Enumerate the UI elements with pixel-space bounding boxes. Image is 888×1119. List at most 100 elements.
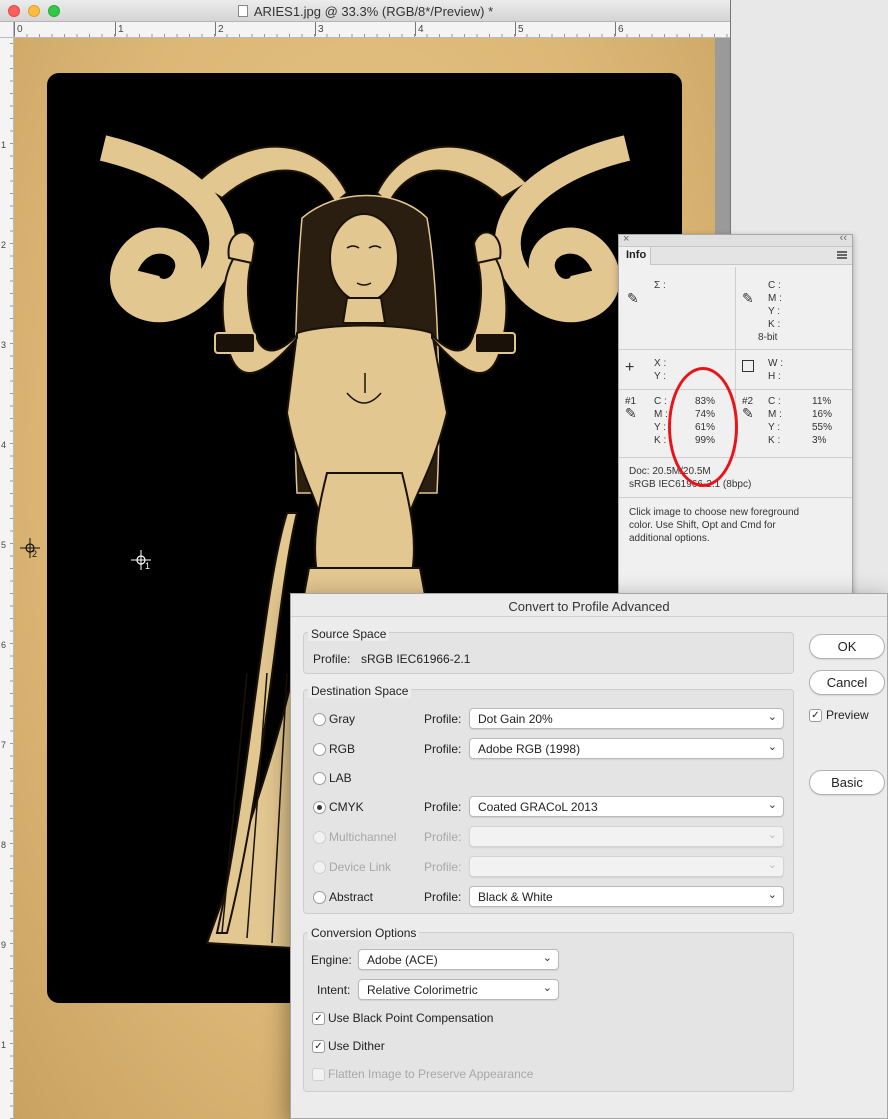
- chevron-down-icon: ⌄: [767, 859, 777, 871]
- ruler-tick-label: 2: [1, 240, 7, 250]
- device-link-label: Device Link: [329, 860, 392, 874]
- cancel-button[interactable]: Cancel: [809, 670, 885, 695]
- cmyk-label: CMYK: [329, 800, 364, 814]
- eyedropper-icon[interactable]: ✎: [625, 405, 637, 422]
- panel-menu-icon[interactable]: [837, 251, 847, 259]
- chevron-down-icon: ⌄: [767, 829, 777, 841]
- ruler-tick-label: 7: [1, 740, 7, 750]
- cmyk-readout: ✎ C : M : Y : K : 8-bit: [735, 267, 852, 349]
- ruler-tick-label: 1: [1, 140, 7, 150]
- color-sampler-1-crosshair-icon[interactable]: 1: [131, 550, 151, 571]
- sampler-1-y-label: Y :: [654, 422, 667, 433]
- w-label: W :: [768, 358, 783, 369]
- eyedropper-icon[interactable]: ✎: [742, 405, 754, 422]
- rgb-label: RGB: [329, 742, 356, 756]
- ruler-origin[interactable]: [0, 22, 14, 38]
- lab-radio[interactable]: [313, 772, 326, 785]
- conversion-options-group: Engine: Adobe (ACE) ⌄ Intent: Relative Co…: [303, 932, 794, 1092]
- gray-profile-select[interactable]: Dot Gain 20% ⌄: [469, 708, 784, 729]
- bit-depth: 8-bit: [758, 332, 778, 343]
- title-bar[interactable]: ARIES1.jpg @ 33.3% (RGB/8*/Preview) *: [0, 0, 730, 22]
- ruler-tick-label: 1: [115, 22, 124, 36]
- panel-tab-bar: Info: [619, 247, 852, 265]
- sampler-2-k-label: K :: [768, 435, 781, 446]
- vertical-ruler[interactable]: 1 2 3 4 5 6 7 8 9 1: [0, 38, 14, 1119]
- multichannel-profile-select[interactable]: ⌄: [469, 826, 784, 847]
- document-info: Doc: 20.5M/20.5M sRGB IEC61966-2.1 (8bpc…: [619, 458, 852, 498]
- horizontal-ruler[interactable]: 0 1 2 3 4 5 6: [14, 22, 730, 38]
- tab-info[interactable]: Info: [619, 247, 651, 265]
- engine-value: Adobe (ACE): [367, 953, 438, 967]
- cmyk-profile-value: Coated GRACoL 2013: [478, 800, 598, 814]
- x-label: X :: [654, 358, 667, 369]
- hint-line: color. Use Shift, Opt and Cmd for: [629, 520, 776, 531]
- device-link-profile-select[interactable]: ⌄: [469, 856, 784, 877]
- cmyk-profile-select[interactable]: Coated GRACoL 2013 ⌄: [469, 796, 784, 817]
- dialog-title: Convert to Profile Advanced: [291, 594, 887, 617]
- chevron-down-icon: ⌄: [767, 889, 777, 901]
- engine-select[interactable]: Adobe (ACE) ⌄: [358, 949, 559, 970]
- abstract-radio[interactable]: [313, 891, 326, 904]
- info-color-readout: Σ : ✎ ✎ C : M : Y : K : 8-bit: [619, 267, 852, 350]
- tool-hint: Click image to choose new foreground col…: [619, 498, 852, 558]
- k-label: K :: [768, 319, 781, 330]
- color-sampler-2-crosshair-icon[interactable]: 2: [20, 538, 40, 559]
- selection-size-icon: [742, 360, 754, 372]
- eyedropper-icon[interactable]: ✎: [627, 290, 639, 307]
- ruler-tick-label: 2: [215, 22, 224, 36]
- ruler-tick-label: 9: [1, 940, 7, 950]
- ruler-tick-label: 3: [315, 22, 324, 36]
- sampler-2-number: 2: [32, 549, 38, 559]
- sampler-2-readout: #2 ✎ C : M : Y : K : 11% 16% 55% 3%: [735, 390, 852, 457]
- ruler-tick-label: 6: [615, 22, 624, 36]
- document-icon: [237, 5, 248, 17]
- ruler-tick-label: 8: [1, 840, 7, 850]
- hint-line: Click image to choose new foreground: [629, 507, 800, 518]
- ruler-tick-label: 6: [1, 640, 7, 650]
- chevron-down-icon: ⌄: [767, 741, 777, 753]
- use-dither-checkbox[interactable]: ✓: [312, 1040, 325, 1053]
- profile-label: Profile:: [424, 712, 462, 726]
- multichannel-radio[interactable]: [313, 831, 326, 844]
- destination-space-group: Gray Profile: Dot Gain 20% ⌄ RGB Profile:…: [303, 689, 794, 914]
- ruler-tick-label: 5: [1, 540, 7, 550]
- rgb-radio[interactable]: [313, 743, 326, 756]
- chevron-down-icon: ⌄: [542, 952, 552, 964]
- flatten-image-checkbox[interactable]: [312, 1068, 325, 1081]
- highlight-circle-annotation: [668, 367, 738, 487]
- sampler-2-k-value: 3%: [812, 435, 827, 446]
- profile-label: Profile:: [424, 742, 462, 756]
- window-title-text: ARIES1.jpg @ 33.3% (RGB/8*/Preview) *: [253, 4, 494, 19]
- ok-button[interactable]: OK: [809, 634, 885, 659]
- use-dither-label: Use Dither: [328, 1039, 385, 1053]
- cmyk-radio[interactable]: [313, 801, 326, 814]
- sampler-1-k-label: K :: [654, 435, 667, 446]
- gray-radio[interactable]: [313, 713, 326, 726]
- device-link-radio[interactable]: [313, 861, 326, 874]
- rgb-profile-select[interactable]: Adobe RGB (1998) ⌄: [469, 738, 784, 759]
- eyedropper-icon[interactable]: ✎: [742, 290, 754, 307]
- lab-label: LAB: [329, 771, 352, 785]
- intent-label: Intent:: [317, 983, 351, 997]
- basic-button[interactable]: Basic: [809, 770, 885, 795]
- intent-select[interactable]: Relative Colorimetric ⌄: [358, 979, 559, 1000]
- y-label: Y :: [768, 306, 781, 317]
- abstract-profile-value: Black & White: [478, 890, 553, 904]
- sampler-1-c-label: C :: [654, 396, 667, 407]
- profile-label: Profile:: [424, 800, 462, 814]
- panel-header[interactable]: × ‹‹: [619, 232, 852, 247]
- preview-checkbox[interactable]: ✓: [809, 709, 822, 722]
- sigma-label: Σ :: [654, 280, 666, 291]
- ruler-tick-label: 1: [1, 1040, 7, 1050]
- collapse-icon[interactable]: ‹‹: [840, 232, 847, 244]
- conversion-options-title: Conversion Options: [308, 926, 420, 940]
- profile-label: Profile:: [424, 860, 462, 874]
- abstract-label: Abstract: [329, 890, 374, 904]
- window-title: ARIES1.jpg @ 33.3% (RGB/8*/Preview) *: [0, 4, 730, 19]
- close-icon[interactable]: ×: [623, 233, 629, 245]
- convert-to-profile-dialog: Convert to Profile Advanced Profile: sRG…: [290, 593, 888, 1119]
- abstract-profile-select[interactable]: Black & White ⌄: [469, 886, 784, 907]
- sampler-2-y-label: Y :: [768, 422, 781, 433]
- sampler-2-m-value: 16%: [812, 409, 833, 420]
- black-point-compensation-checkbox[interactable]: ✓: [312, 1012, 325, 1025]
